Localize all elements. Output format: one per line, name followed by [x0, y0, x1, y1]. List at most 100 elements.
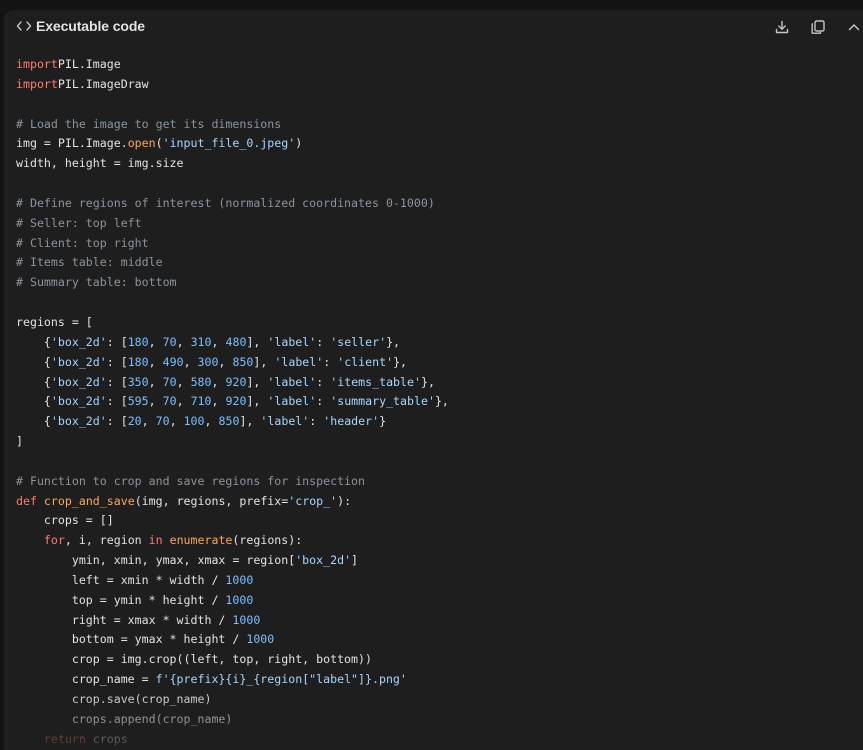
code-token: : [323, 354, 338, 369]
code-token: , [211, 334, 226, 349]
code-token: , [183, 354, 198, 369]
code-line: bottom = ymax * height / 1000 [16, 630, 449, 650]
code-panel: Executable code importPIL.Image importPI… [4, 10, 863, 750]
header-left: Executable code [16, 18, 145, 34]
code-token: # Load the image to get its dimensions [16, 116, 282, 131]
code-token: : [309, 414, 324, 429]
code-token: img = PIL.Image. [16, 136, 128, 151]
code-token: 300 [197, 354, 219, 369]
code-token: , [148, 334, 163, 349]
code-token: # Define regions of interest (normalized… [16, 195, 435, 210]
code-token: , [218, 354, 233, 369]
code-line: crops.append(crop_name) [16, 710, 449, 730]
code-token: : [316, 394, 331, 409]
code-token: 'seller' [330, 334, 387, 349]
code-line: importPIL.Image [16, 55, 449, 75]
code-line: ymin, xmin, ymax, xmax = region['box_2d'… [16, 551, 449, 571]
copy-icon[interactable] [809, 18, 827, 36]
code-line: ​ [16, 174, 449, 194]
code-token: 595 [127, 394, 149, 409]
code-token: 'label' [274, 354, 324, 369]
code-token: 'box_2d' [50, 334, 107, 349]
code-line: ​ [16, 95, 449, 115]
code-token: { [16, 394, 51, 409]
code-token: ], [239, 414, 261, 429]
code-line: {'box_2d': [180, 490, 300, 850], 'label'… [16, 353, 449, 373]
code-token: 100 [183, 414, 205, 429]
code-token: 70 [162, 334, 177, 349]
code-token: , [204, 414, 219, 429]
code-line: img = PIL.Image.open('input_file_0.jpeg'… [16, 134, 449, 154]
code-token: 'box_2d' [50, 354, 107, 369]
code-line: {'box_2d': [20, 70, 100, 850], 'label': … [16, 412, 449, 432]
code-token: crop.save(crop_name) [16, 692, 212, 706]
code-panel-header: Executable code [4, 10, 863, 44]
code-token: ], [246, 374, 268, 389]
code-token: ) [295, 136, 303, 151]
code-token: : [ [106, 414, 128, 429]
download-icon[interactable] [773, 18, 791, 36]
code-token: , i, region [64, 533, 149, 548]
code-token: crops = [] [16, 513, 114, 528]
code-line: top = ymin * height / 1000 [16, 591, 449, 611]
code-line: crop.save(crop_name) [16, 690, 449, 710]
code-token: , [141, 414, 156, 429]
code-token: right = xmax * width / [16, 612, 233, 627]
code-line: crop = img.crop((left, top, right, botto… [16, 650, 449, 670]
code-token: , [211, 374, 226, 389]
code-token: 1000 [225, 592, 254, 607]
code-token: 180 [127, 354, 149, 369]
code-token: 'header' [323, 414, 380, 429]
code-token: for [43, 533, 65, 548]
code-token: bottom = ymax * height / [16, 632, 247, 647]
code-token: 'items_table' [330, 374, 421, 389]
code-token: 310 [190, 334, 212, 349]
code-token: , [148, 354, 163, 369]
code-token: }, [420, 374, 435, 389]
code-line: # Items table: middle [16, 253, 449, 273]
code-line: right = xmax * width / 1000 [16, 611, 449, 631]
code-token: ] [351, 553, 359, 568]
code-token: 850 [232, 354, 254, 369]
code-token: import [16, 76, 58, 91]
code-token: 'summary_table' [330, 394, 435, 409]
code-token: 350 [127, 374, 149, 389]
code-line: for, i, region in enumerate(regions): [16, 531, 449, 551]
code-token: : [ [106, 354, 128, 369]
code-token: width, height = img.size [16, 156, 184, 171]
code-line: # Client: top right [16, 234, 449, 254]
code-token: 'label' [267, 374, 317, 389]
code-line: {'box_2d': [350, 70, 580, 920], 'label':… [16, 373, 449, 393]
code-token: : [316, 374, 331, 389]
code-line: importPIL.ImageDraw [16, 75, 449, 95]
code-token: return [43, 731, 86, 746]
code-token: : [ [106, 374, 128, 389]
code-line: # Function to crop and save regions for … [16, 472, 449, 492]
code-token: (img, regions, prefix= [134, 493, 289, 508]
code-icon [16, 18, 32, 34]
code-token: 'box_2d' [50, 374, 107, 389]
code-token: 'box_2d' [50, 394, 107, 409]
code-block: importPIL.ImageimportPIL.ImageDraw​# Loa… [16, 55, 449, 750]
code-line: # Summary table: bottom [16, 273, 449, 293]
chevron-up-icon[interactable] [845, 18, 863, 36]
code-token: : [ [106, 394, 128, 409]
code-line: {'box_2d': [180, 70, 310, 480], 'label':… [16, 333, 449, 353]
code-token: open [127, 136, 156, 151]
code-token: ): [337, 493, 352, 508]
code-token: : [316, 334, 331, 349]
code-token: crops.append(crop_name) [16, 711, 233, 726]
code-token: crop_name = [16, 672, 156, 687]
code-line: ] [16, 432, 449, 452]
code-token: ], [246, 334, 268, 349]
code-token: 920 [225, 374, 247, 389]
code-token: , [169, 414, 184, 429]
code-token: ], [253, 354, 275, 369]
code-line: left = xmin * width / 1000 [16, 571, 449, 591]
code-token: 'label' [267, 394, 317, 409]
code-token: PIL.Image [57, 57, 121, 71]
code-token: def [16, 493, 37, 508]
code-token: crop_and_save [36, 493, 135, 508]
code-token: # Summary table: bottom [16, 275, 177, 290]
